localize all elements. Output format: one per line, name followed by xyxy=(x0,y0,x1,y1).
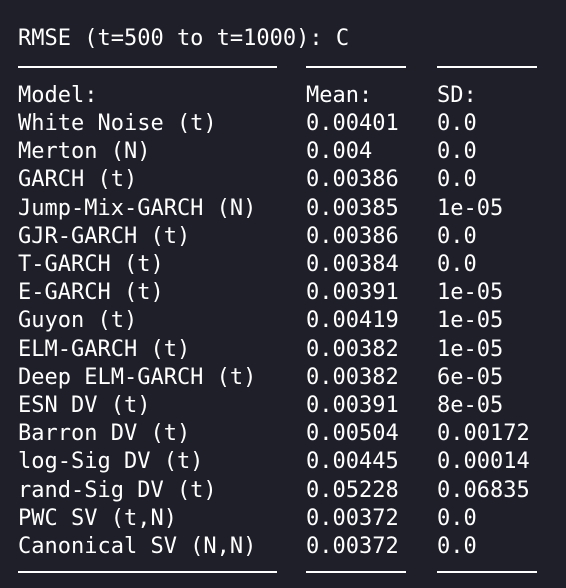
row-sd: 0.0 xyxy=(437,223,477,249)
table-row: Barron DV (t) 0.00504 0.00172 xyxy=(0,420,566,448)
table-row: log-Sig DV (t) 0.00445 0.00014 xyxy=(0,448,566,476)
table-row: Merton (N) 0.004 0.0 xyxy=(0,138,566,166)
table-row: White Noise (t) 0.00401 0.0 xyxy=(0,110,566,138)
row-sd: 0.0 xyxy=(437,534,477,559)
row-model: rand-Sig DV (t) xyxy=(18,477,217,503)
separator-dash-mean xyxy=(306,66,406,68)
row-mean: 0.00419 xyxy=(306,308,399,334)
separator-dash-sd xyxy=(437,571,537,573)
table-row: Deep ELM-GARCH (t) 0.00382 6e-05 xyxy=(0,364,566,392)
row-model: GJR-GARCH (t) xyxy=(18,223,191,249)
row-sd: 0.00172 xyxy=(437,421,530,447)
row-mean: 0.00385 xyxy=(306,195,399,221)
row-sd: 1e-05 xyxy=(437,308,504,334)
row-mean: 0.00386 xyxy=(306,167,399,193)
row-sd: 8e-05 xyxy=(437,393,504,418)
table-row: Jump-Mix-GARCH (N) 0.00385 1e-05 xyxy=(0,195,566,223)
separator-dash-model xyxy=(18,571,277,573)
row-sd: 1e-05 xyxy=(437,280,504,306)
row-model: Jump-Mix-GARCH (N) xyxy=(18,195,257,221)
row-model: White Noise (t) xyxy=(18,111,217,136)
header-sd: SD: xyxy=(437,83,477,108)
table-header: Model: Mean: SD: xyxy=(0,82,566,110)
table-row: T-GARCH (t) 0.00384 0.0 xyxy=(0,251,566,279)
output-title: RMSE (t=500 to t=1000): C xyxy=(18,26,350,51)
row-mean: 0.00504 xyxy=(306,421,399,447)
table-row: GARCH (t) 0.00386 0.0 xyxy=(0,166,566,194)
row-mean: 0.05228 xyxy=(306,477,399,503)
row-model: E-GARCH (t) xyxy=(18,280,164,306)
row-sd: 1e-05 xyxy=(437,336,504,362)
row-model: log-Sig DV (t) xyxy=(18,449,204,475)
table-row: ELM-GARCH (t) 0.00382 1e-05 xyxy=(0,336,566,364)
row-sd: 0.0 xyxy=(437,111,477,136)
row-mean: 0.00382 xyxy=(306,364,399,390)
row-mean: 0.00384 xyxy=(306,252,399,277)
row-sd: 0.06835 xyxy=(437,477,530,503)
row-model: Merton (N) xyxy=(18,139,151,165)
row-mean: 0.00386 xyxy=(306,223,399,249)
separator-dash-model xyxy=(18,66,277,68)
row-mean: 0.00401 xyxy=(306,111,399,136)
table-row: PWC SV (t,N) 0.00372 0.0 xyxy=(0,505,566,533)
row-model: GARCH (t) xyxy=(18,167,138,193)
row-sd: 6e-05 xyxy=(437,364,504,390)
row-model: Deep ELM-GARCH (t) xyxy=(18,364,257,390)
row-model: PWC SV (t,N) xyxy=(18,505,177,531)
row-sd: 0.0 xyxy=(437,167,477,193)
row-mean: 0.00445 xyxy=(306,449,399,475)
row-mean: 0.00391 xyxy=(306,393,399,418)
table-row: GJR-GARCH (t) 0.00386 0.0 xyxy=(0,223,566,251)
separator-dash-sd xyxy=(437,66,537,68)
row-sd: 0.0 xyxy=(437,139,477,165)
terminal-window: RMSE (t=500 to t=1000): C Model: Mean: S… xyxy=(0,0,566,588)
row-sd: 0.00014 xyxy=(437,449,530,475)
row-model: Barron DV (t) xyxy=(18,421,191,447)
table-row: Guyon (t) 0.00419 1e-05 xyxy=(0,307,566,335)
separator-dash-mean xyxy=(306,571,406,573)
row-sd: 0.0 xyxy=(437,252,477,277)
row-model: ELM-GARCH (t) xyxy=(18,336,191,362)
row-mean: 0.004 xyxy=(306,139,373,165)
row-sd: 1e-05 xyxy=(437,195,504,221)
row-model: ESN DV (t) xyxy=(18,393,151,418)
row-sd: 0.0 xyxy=(437,505,477,531)
table-row: E-GARCH (t) 0.00391 1e-05 xyxy=(0,279,566,307)
row-model: T-GARCH (t) xyxy=(18,252,164,277)
row-mean: 0.00372 xyxy=(306,505,399,531)
row-model: Canonical SV (N,N) xyxy=(18,534,257,559)
row-mean: 0.00391 xyxy=(306,280,399,306)
table-row: ESN DV (t) 0.00391 8e-05 xyxy=(0,392,566,420)
header-model: Model: xyxy=(18,83,98,108)
row-model: Guyon (t) xyxy=(18,308,138,334)
table-row: rand-Sig DV (t) 0.05228 0.06835 xyxy=(0,477,566,505)
row-mean: 0.00382 xyxy=(306,336,399,362)
header-mean: Mean: xyxy=(306,83,373,108)
row-mean: 0.00372 xyxy=(306,534,399,559)
table-row: Canonical SV (N,N) 0.00372 0.0 xyxy=(0,533,566,561)
